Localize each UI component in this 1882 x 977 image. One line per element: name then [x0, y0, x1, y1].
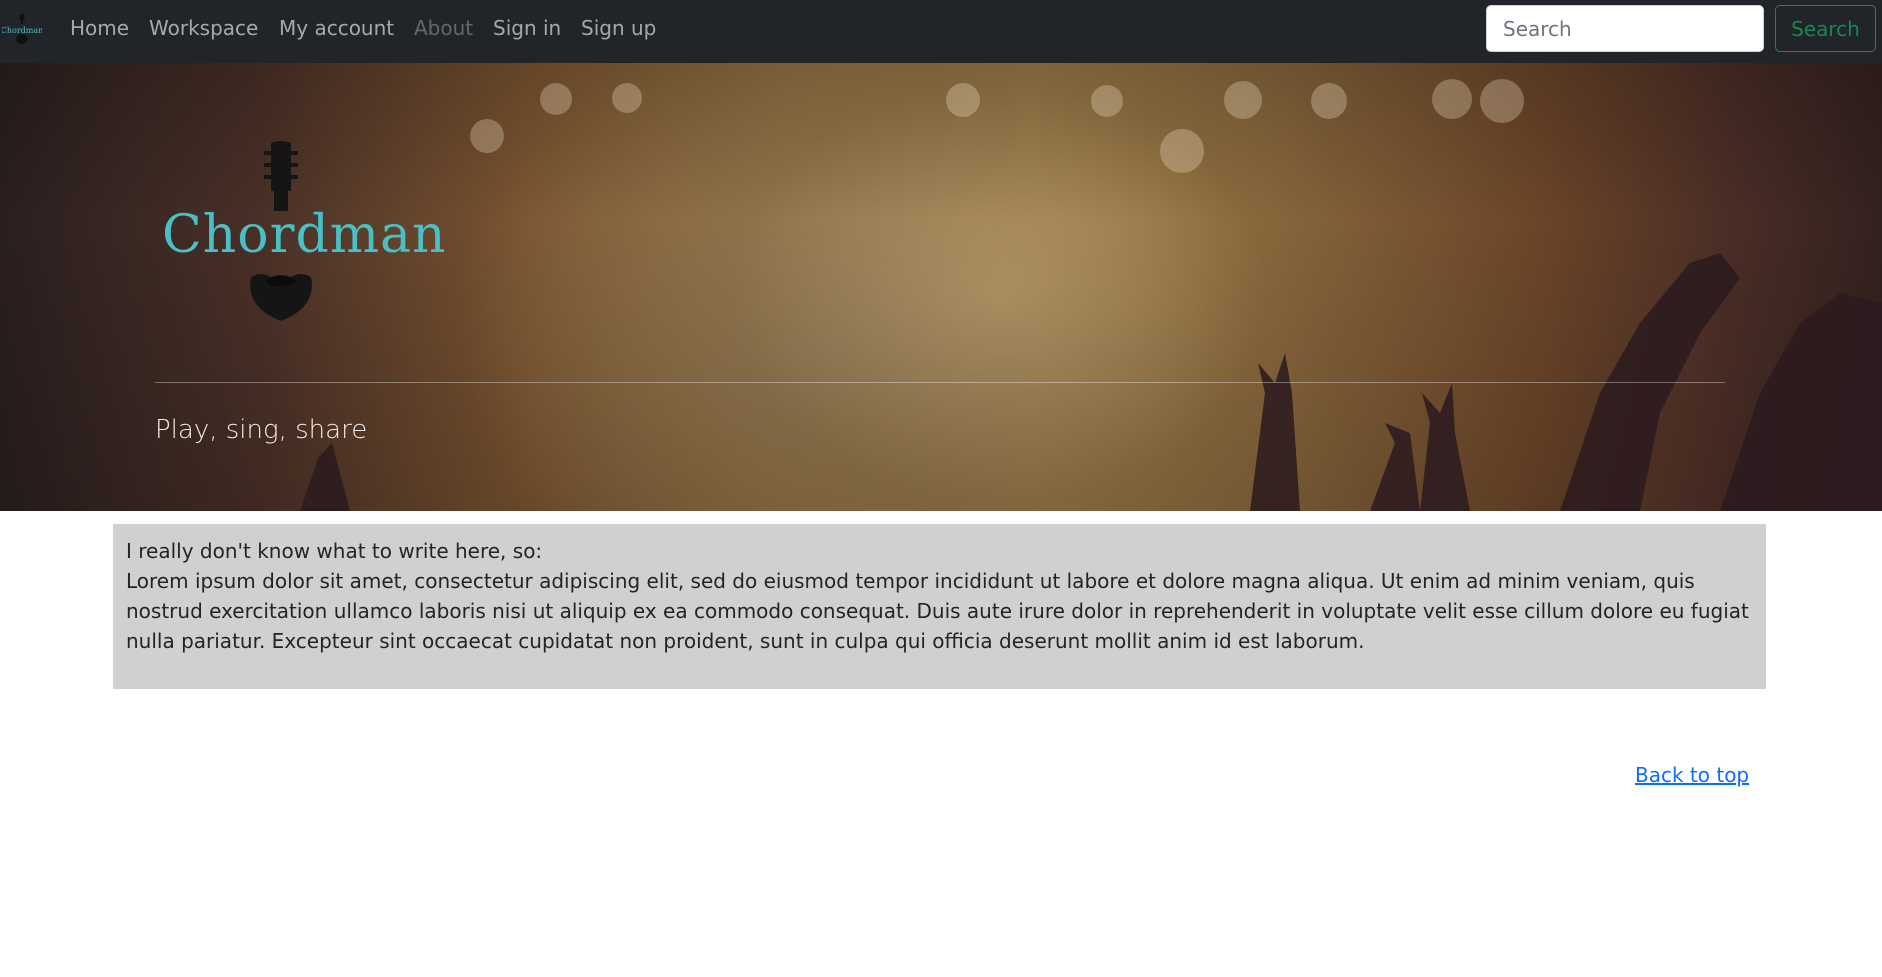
- lorem-paragraph: Lorem ipsum dolor sit amet, consectetur …: [126, 569, 1749, 653]
- logo-wordmark: Chordman: [162, 205, 447, 265]
- svg-text:Chordman: Chordman: [2, 26, 42, 35]
- hero-tagline: Play, sing, share: [155, 415, 368, 445]
- nav-link-about[interactable]: About: [414, 15, 473, 41]
- hero-banner: Chordman Play, sing, share: [0, 63, 1882, 511]
- beard-icon: [250, 274, 312, 321]
- nav-link-my-account[interactable]: My account: [279, 15, 394, 41]
- nav-link-home[interactable]: Home: [70, 15, 129, 41]
- search-input[interactable]: [1486, 5, 1764, 52]
- guitar-headstock-icon: [264, 141, 298, 211]
- intro-text: I really don't know what to write here, …: [126, 539, 543, 563]
- nav-link-sign-up[interactable]: Sign up: [581, 15, 656, 41]
- back-to-top-link[interactable]: Back to top: [1635, 763, 1749, 787]
- hero-divider: [155, 382, 1725, 383]
- nav-link-sign-in[interactable]: Sign in: [493, 15, 561, 41]
- brand-logo-icon[interactable]: Chordman: [2, 13, 42, 45]
- search-button[interactable]: Search: [1775, 5, 1876, 52]
- intro-content-box: I really don't know what to write here, …: [113, 524, 1766, 689]
- hero-logo: Chordman: [162, 141, 447, 321]
- top-navbar: Chordman Home Workspace My account About…: [0, 0, 1882, 63]
- nav-link-workspace[interactable]: Workspace: [149, 15, 258, 41]
